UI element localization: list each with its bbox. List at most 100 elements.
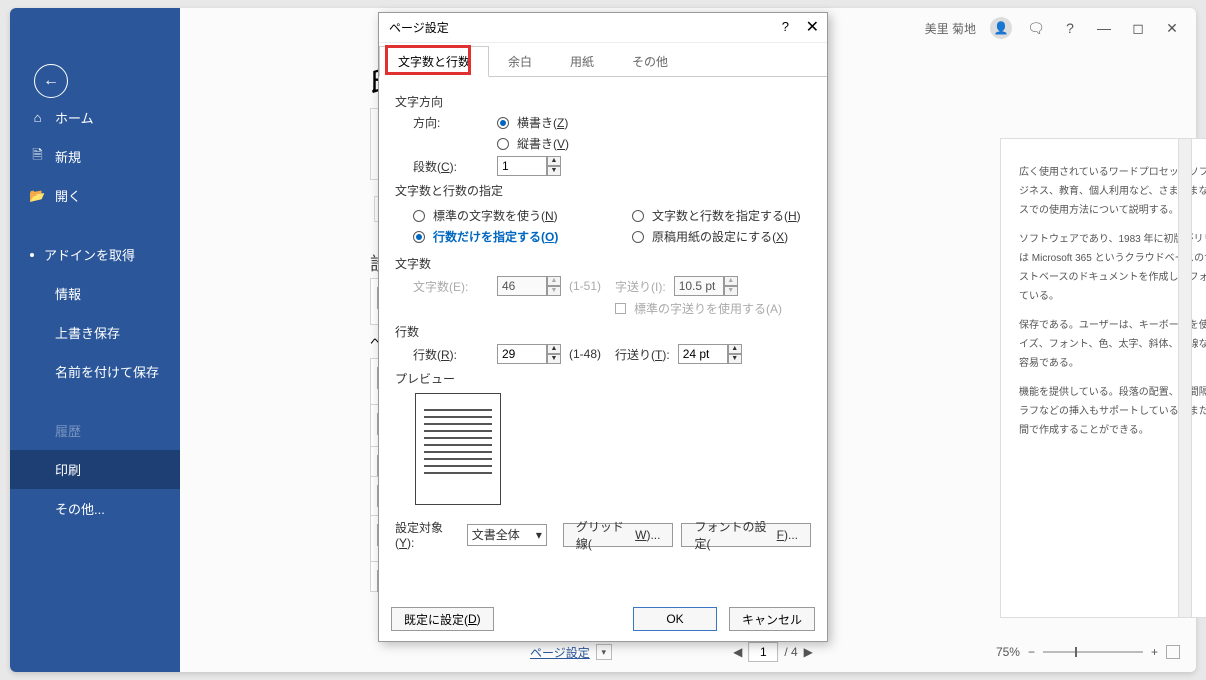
bullet-icon xyxy=(30,253,34,257)
zoom-in-button[interactable]: + xyxy=(1151,645,1158,659)
sidebar-item-label: 履歴 xyxy=(55,421,81,440)
spin-down-icon[interactable]: ▼ xyxy=(547,166,561,176)
sidebar-item-more[interactable]: その他... xyxy=(10,489,180,528)
tab-chars-lines[interactable]: 文字数と行数 xyxy=(379,46,489,77)
radio-manuscript[interactable] xyxy=(632,231,644,243)
radio-horizontal[interactable] xyxy=(497,117,509,129)
spin-down-icon: ▼ xyxy=(547,286,561,296)
spin-down-icon[interactable]: ▼ xyxy=(728,354,742,364)
tab-margins[interactable]: 余白 xyxy=(489,46,551,76)
folder-open-icon: 📂 xyxy=(30,188,45,203)
sidebar-item-label: 開く xyxy=(55,186,81,205)
page-setup-dialog: ページ設定 ? ✕ 文字数と行数 余白 用紙 その他 文字方向 方向: 横書き(… xyxy=(378,12,828,642)
sidebar-item-new[interactable]: 🗎 新規 xyxy=(10,137,180,176)
backstage-sidebar: ← ⌂ホーム 🗎 新規 📂 開く アドインを取得 情報 上書き保存 名前を付けて保存… xyxy=(10,8,180,672)
ok-button[interactable]: OK xyxy=(633,607,717,631)
dialog-title: ページ設定 xyxy=(389,19,449,36)
gridlines-button[interactable]: グリッド線(W)... xyxy=(563,523,674,547)
maximize-button[interactable]: ◻ xyxy=(1128,20,1148,37)
font-settings-button[interactable]: フォントの設定(F)... xyxy=(681,523,811,547)
sidebar-item-label: 新規 xyxy=(55,147,81,166)
help-button[interactable]: ? xyxy=(782,19,789,34)
tab-paper[interactable]: 用紙 xyxy=(551,46,613,76)
radio-chars-lines[interactable] xyxy=(632,210,644,222)
chevron-down-icon[interactable]: ▾ xyxy=(596,644,612,660)
sidebar-item-save[interactable]: 上書き保存 xyxy=(10,313,180,352)
preview-scrollbar[interactable] xyxy=(1178,138,1192,618)
columns-input[interactable] xyxy=(497,156,547,176)
spin-up-icon[interactable]: ▲ xyxy=(547,156,561,166)
sidebar-item-label: 情報 xyxy=(55,284,81,303)
apply-to-combo[interactable]: 文書全体 ▾ xyxy=(467,524,547,546)
spin-up-icon: ▲ xyxy=(547,276,561,286)
radio-default-chars-label: 標準の文字数を使う(N) xyxy=(433,207,558,224)
chars-label: 文字数(E): xyxy=(413,278,489,295)
close-button[interactable]: ✕ xyxy=(1162,20,1182,37)
sidebar-item-label: アドインを取得 xyxy=(44,245,135,264)
sidebar-item-open[interactable]: 📂 開く xyxy=(10,176,180,215)
radio-horizontal-label: 横書き(Z) xyxy=(517,114,568,131)
group-preview: プレビュー xyxy=(395,370,811,387)
spin-up-icon[interactable]: ▲ xyxy=(547,344,561,354)
radio-lines-only[interactable] xyxy=(413,231,425,243)
spin-down-icon: ▼ xyxy=(724,286,738,296)
lines-range: (1-48) xyxy=(569,347,601,361)
zoom-out-button[interactable]: − xyxy=(1028,645,1035,659)
group-text-direction: 文字方向 xyxy=(395,93,811,110)
line-pitch-label: 行送り(T): xyxy=(615,346,670,363)
help-question-icon[interactable]: ? xyxy=(1060,20,1080,36)
cancel-button[interactable]: キャンセル xyxy=(729,607,815,631)
chevron-down-icon: ▾ xyxy=(536,528,542,542)
avatar[interactable]: 👤 xyxy=(990,17,1012,39)
zoom-slider[interactable] xyxy=(1043,651,1143,653)
status-bar: ページ設定 ▾ ◀ / 4 ▶ 75% − + xyxy=(360,638,1186,666)
group-spec: 文字数と行数の指定 xyxy=(395,182,811,199)
checkbox-std-pitch-label: 標準の字送りを使用する(A) xyxy=(634,300,782,317)
group-lines: 行数 xyxy=(395,323,811,340)
dialog-tabs: 文字数と行数 余白 用紙 その他 xyxy=(379,43,827,77)
sidebar-item-saveas[interactable]: 名前を付けて保存 xyxy=(10,352,180,391)
minimize-button[interactable]: — xyxy=(1094,20,1114,36)
apply-to-value: 文書全体 xyxy=(472,526,520,543)
preview-thumbnail xyxy=(415,393,501,505)
back-button[interactable]: ← xyxy=(34,64,68,98)
close-icon[interactable]: ✕ xyxy=(806,17,819,37)
set-default-button[interactable]: 既定に設定(D) xyxy=(391,607,494,631)
next-page-button[interactable]: ▶ xyxy=(804,645,813,659)
sidebar-item-info[interactable]: 情報 xyxy=(10,274,180,313)
pitch-input xyxy=(674,276,724,296)
lines-input[interactable] xyxy=(497,344,547,364)
apply-to-label: 設定対象(Y): xyxy=(395,519,459,550)
chars-range: (1-51) xyxy=(569,279,601,293)
sidebar-item-history[interactable]: 履歴 xyxy=(10,411,180,450)
spin-up-icon: ▲ xyxy=(724,276,738,286)
sidebar-item-label: ホーム xyxy=(55,108,94,127)
file-icon: 🗎 xyxy=(30,149,45,164)
sidebar-item-print[interactable]: 印刷 xyxy=(10,450,180,489)
chars-input xyxy=(497,276,547,296)
dialog-titlebar: ページ設定 ? ✕ xyxy=(379,13,827,43)
sidebar-item-home[interactable]: ⌂ホーム xyxy=(10,98,180,137)
line-pitch-input[interactable] xyxy=(678,344,728,364)
direction-label: 方向: xyxy=(413,114,489,131)
page-setup-link[interactable]: ページ設定 xyxy=(530,644,590,661)
radio-manuscript-label: 原稿用紙の設定にする(X) xyxy=(652,228,788,245)
sidebar-item-label: その他... xyxy=(55,499,105,518)
page-total: / 4 xyxy=(784,645,797,659)
sidebar-item-addins[interactable]: アドインを取得 xyxy=(10,235,180,274)
document-preview: 広く使用されているワードプロセッサソフトウェアである。ビジネス、教育、個人利用な… xyxy=(1000,138,1206,618)
user-name: 美里 菊地 xyxy=(925,20,976,37)
tab-other[interactable]: その他 xyxy=(613,46,687,76)
prev-page-button[interactable]: ◀ xyxy=(733,645,742,659)
sidebar-item-label: 上書き保存 xyxy=(55,323,120,342)
zoom-value: 75% xyxy=(996,645,1020,659)
fit-page-button[interactable] xyxy=(1166,645,1180,659)
page-number-input[interactable] xyxy=(748,642,778,662)
radio-default-chars[interactable] xyxy=(413,210,425,222)
radio-vertical[interactable] xyxy=(497,138,509,150)
spin-down-icon[interactable]: ▼ xyxy=(547,354,561,364)
radio-chars-lines-label: 文字数と行数を指定する(H) xyxy=(652,207,801,224)
help-icon[interactable]: 🗨 xyxy=(1026,20,1046,37)
spin-up-icon[interactable]: ▲ xyxy=(728,344,742,354)
arrow-left-icon: ← xyxy=(43,72,59,90)
